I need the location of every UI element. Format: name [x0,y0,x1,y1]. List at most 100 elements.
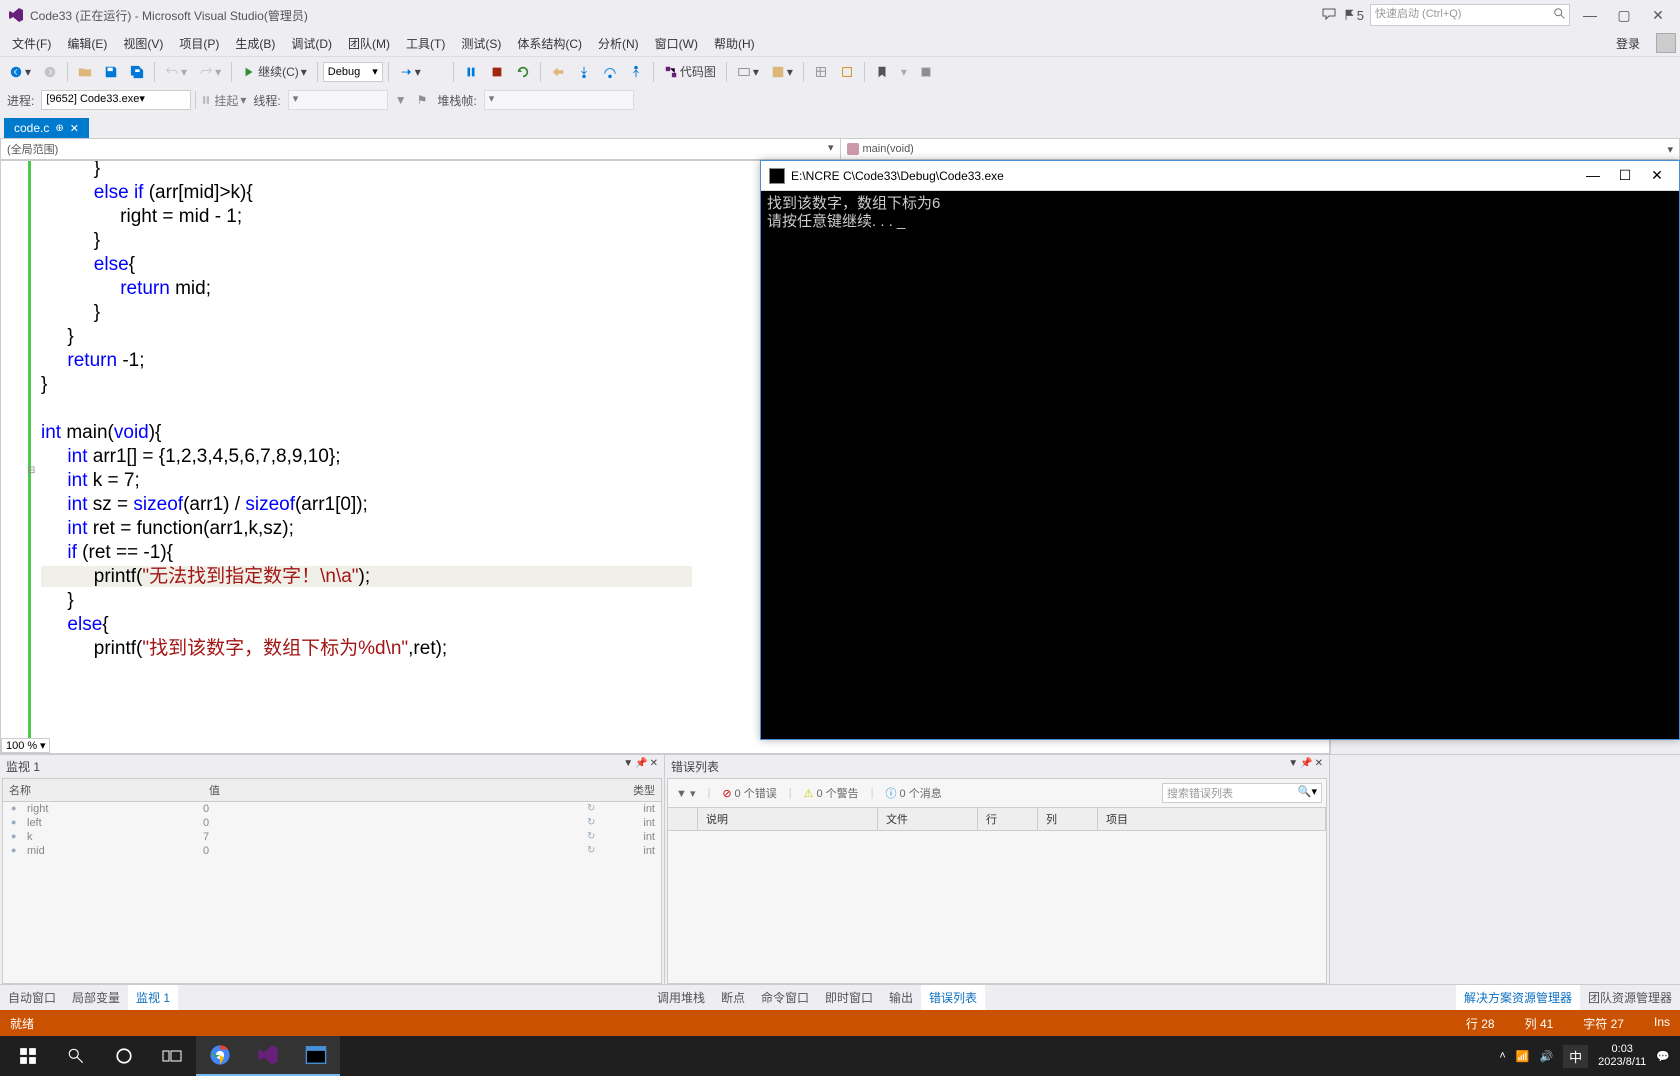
restart-button[interactable] [511,62,535,82]
codemap-button[interactable]: 代码图 [659,60,721,83]
tb-btn-e[interactable]: ▾ [896,62,912,82]
watch-col-value[interactable]: 值 [203,779,601,801]
pause-button[interactable] [459,62,483,82]
menu-window[interactable]: 窗口(W) [647,32,706,55]
panel-pin-icon[interactable]: 📌 [1300,758,1312,775]
menu-project[interactable]: 项目(P) [171,32,227,55]
watch-row[interactable]: right0int [3,802,661,816]
config-combo[interactable]: Debug▾ [323,62,383,82]
thread-flag-icon[interactable]: ⚑ [414,93,431,107]
menu-file[interactable]: 文件(F) [4,32,59,55]
tab-team-explorer[interactable]: 团队资源管理器 [1580,985,1680,1010]
nav-fwd-button[interactable] [38,62,62,82]
tab-callstack[interactable]: 调用堆栈 [649,985,713,1010]
save-all-button[interactable] [125,62,149,82]
feedback-icon[interactable] [1321,6,1337,25]
pin-icon[interactable]: ⊕ [55,123,63,134]
watch-row[interactable]: mid0int [3,844,661,858]
search-button[interactable] [52,1036,100,1076]
show-next-button[interactable] [546,62,570,82]
watch-col-type[interactable]: 类型 [601,779,661,801]
tab-autos[interactable]: 自动窗口 [0,985,64,1010]
scope-dropdown[interactable]: (全局范围)▾ [1,139,841,159]
tray-network-icon[interactable]: 📶 [1516,1050,1530,1063]
tab-locals[interactable]: 局部变量 [64,985,128,1010]
menu-debug[interactable]: 调试(D) [283,32,340,55]
err-col-icon[interactable] [668,808,698,830]
sign-in-link[interactable]: 登录 [1616,35,1648,52]
menu-test[interactable]: 测试(S) [453,32,509,55]
thread-filter-icon[interactable]: ▼ [392,93,410,107]
continue-button[interactable]: 继续(C) ▾ [237,60,312,83]
taskbar-visualstudio[interactable] [244,1036,292,1076]
zoom-combo[interactable]: 100 % ▾ [1,738,50,753]
close-button[interactable]: ✕ [1644,7,1672,24]
tb-btn-f[interactable] [914,62,938,82]
panel-close-icon[interactable]: ✕ [650,758,658,775]
console-minimize-button[interactable]: — [1579,167,1607,184]
redo-button[interactable]: ▾ [194,62,226,82]
tab-breakpoints[interactable]: 断点 [713,985,753,1010]
filter-button[interactable]: ▼ ▾ [672,786,699,801]
bookmark-button[interactable] [870,62,894,82]
step-into-button[interactable] [572,62,596,82]
warnings-toggle[interactable]: ⚠0 个警告 [800,784,863,802]
tab-output[interactable]: 输出 [881,985,921,1010]
panel-pin-icon[interactable]: 📌 [635,758,647,775]
tray-volume-icon[interactable]: 🔊 [1539,1050,1553,1063]
taskbar-console[interactable] [292,1036,340,1076]
notifications-flag[interactable]: 5 [1343,8,1364,23]
panel-menu-icon[interactable]: ▼ [623,758,633,775]
error-search-input[interactable]: 搜索错误列表🔍▾ [1162,783,1322,803]
console-output[interactable]: 找到该数字，数组下标为6 请按任意键继续. . . _ [761,191,1679,739]
tray-ime[interactable]: 中 [1563,1045,1588,1068]
tray-clock[interactable]: 0:03 2023/8/11 [1598,1043,1646,1069]
stop-button[interactable] [485,62,509,82]
tab-command[interactable]: 命令窗口 [753,985,817,1010]
thread-combo[interactable]: ▾ [288,90,388,110]
menu-tools[interactable]: 工具(T) [398,32,453,55]
file-tab-code-c[interactable]: code.c ⊕ ✕ [4,118,89,138]
watch-row[interactable]: k7int [3,830,661,844]
save-button[interactable] [99,62,123,82]
tray-chevron-icon[interactable]: ˄ [1499,1050,1505,1062]
user-avatar[interactable] [1656,33,1676,53]
console-close-button[interactable]: ✕ [1643,167,1671,184]
tb-btn-a[interactable]: ▾ [732,62,764,82]
tab-solution-explorer[interactable]: 解决方案资源管理器 [1456,985,1580,1010]
restore-button[interactable]: ▢ [1610,7,1638,24]
err-col-proj[interactable]: 项目 [1098,808,1326,830]
panel-menu-icon[interactable]: ▼ [1288,758,1298,775]
err-col-desc[interactable]: 说明 [698,808,878,830]
undo-button[interactable]: ▾ [160,62,192,82]
err-col-col[interactable]: 列 [1038,808,1098,830]
step-button[interactable]: ▾ [394,62,426,82]
start-button[interactable] [4,1036,52,1076]
collapse-icon[interactable]: ⊟ [27,465,35,476]
tab-errorlist[interactable]: 错误列表 [921,985,985,1010]
suspend-button[interactable]: 挂起 ▾ [200,92,246,109]
err-col-file[interactable]: 文件 [878,808,978,830]
quick-launch-input[interactable]: 快速启动 (Ctrl+Q) [1370,4,1570,26]
err-col-line[interactable]: 行 [978,808,1038,830]
minimize-button[interactable]: — [1576,7,1604,23]
watch-col-name[interactable]: 名称 [3,779,203,801]
step-over-button[interactable] [598,62,622,82]
errors-toggle[interactable]: ⊘0 个错误 [718,784,780,802]
tb-btn-b[interactable]: ▾ [766,62,798,82]
stackframe-combo[interactable]: ▾ [484,90,634,110]
menu-view[interactable]: 视图(V) [115,32,171,55]
step-out-button[interactable] [624,62,648,82]
menu-analyze[interactable]: 分析(N) [590,32,647,55]
taskview-button[interactable] [148,1036,196,1076]
tray-notifications-icon[interactable]: 💬 [1656,1050,1670,1063]
cortana-button[interactable] [100,1036,148,1076]
tab-close-icon[interactable]: ✕ [70,122,79,135]
nav-back-button[interactable]: ▾ [4,62,36,82]
menu-architecture[interactable]: 体系结构(C) [509,32,590,55]
menu-build[interactable]: 生成(B) [227,32,283,55]
console-maximize-button[interactable]: ☐ [1611,167,1639,184]
watch-row[interactable]: left0int [3,816,661,830]
tab-watch1[interactable]: 监视 1 [128,985,178,1010]
process-combo[interactable]: [9652] Code33.exe▾ [41,90,191,110]
